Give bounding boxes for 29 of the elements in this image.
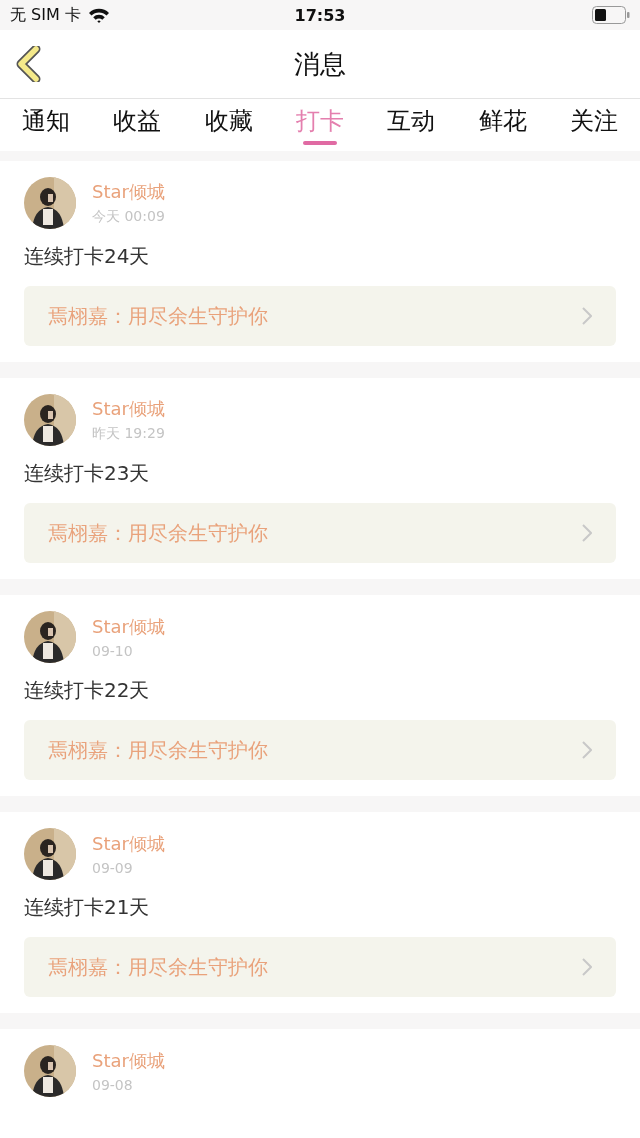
- message-text: 连续打卡21天: [24, 894, 151, 921]
- tab[interactable]: 收藏: [204, 99, 253, 151]
- tab[interactable]: 关注: [569, 99, 618, 151]
- battery-icon: [592, 6, 630, 24]
- user-name: Star倾城: [92, 1049, 165, 1073]
- message-text: 连续打卡22天: [24, 677, 151, 704]
- message-time: 09-08: [92, 1077, 134, 1093]
- chevron-icon: [582, 307, 592, 325]
- chevron-icon: [582, 524, 592, 542]
- chevron-icon: [582, 958, 592, 976]
- tab[interactable]: 鲜花: [478, 99, 527, 151]
- user-name: Star倾城: [92, 832, 165, 856]
- message-time: 09-10: [92, 643, 134, 659]
- message-text: 连续打卡23天: [24, 460, 151, 487]
- clock-time: 17:53: [294, 5, 346, 25]
- message-time: 今天 00:09: [92, 208, 165, 226]
- user-name: Star倾城: [92, 397, 165, 421]
- chevron-icon: [582, 741, 592, 759]
- tab[interactable]: 互动: [387, 99, 436, 151]
- message-time: 昨天 19:29: [92, 425, 165, 443]
- wifi-icon: [88, 7, 109, 23]
- user-name: Star倾城: [92, 180, 165, 204]
- tab[interactable]: 收益: [113, 99, 162, 151]
- message-text: 连续打卡24天: [24, 243, 151, 270]
- tab[interactable]: 通知: [22, 99, 70, 151]
- user-name: Star倾城: [92, 615, 165, 639]
- carrier-label: 无 SIM 卡: [10, 4, 81, 26]
- page-title: 消息: [294, 47, 346, 81]
- message-time: 09-09: [92, 860, 134, 876]
